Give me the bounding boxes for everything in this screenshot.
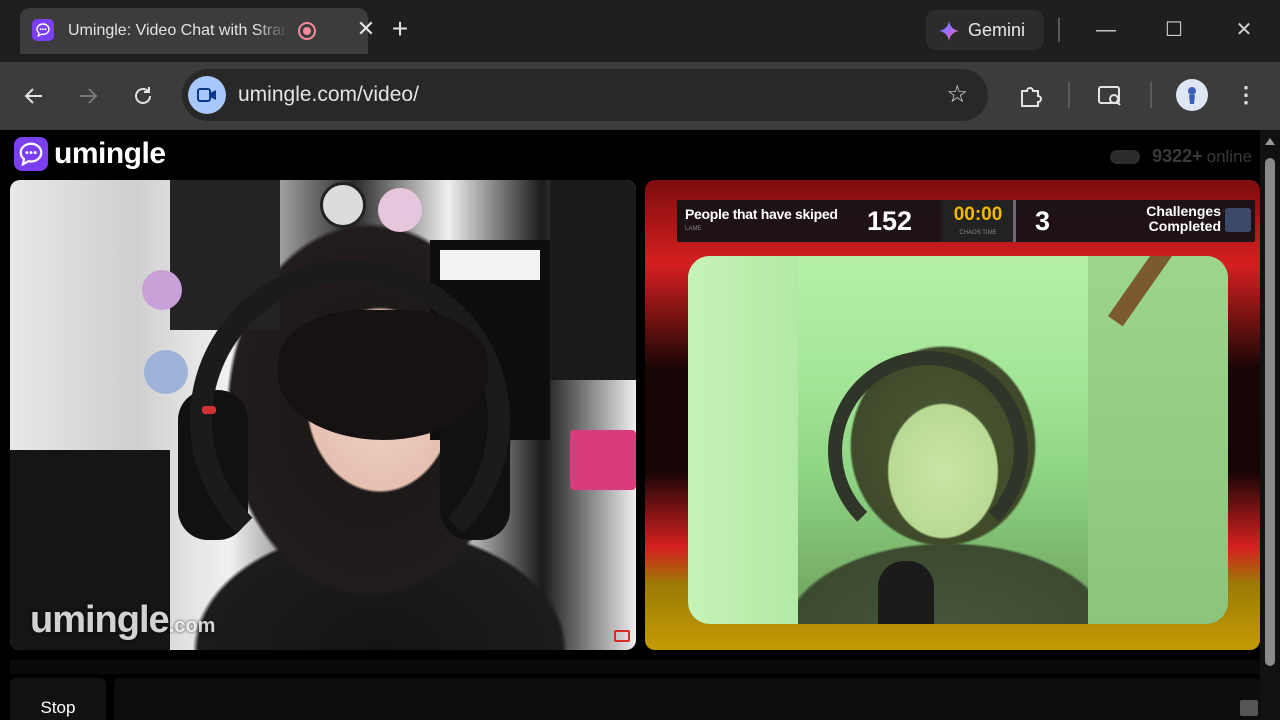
skipped-sublabel: LAME [685,226,702,232]
headphones [828,351,1028,551]
browser-toolbar: umingle.com/video/ ☆ [0,62,1280,130]
umingle-page: umingle 9322+ online umingle.com People … [0,130,1280,720]
gemini-icon [938,20,960,42]
webcam-feed [688,256,1228,624]
scrollbar-thumb[interactable] [1265,158,1275,666]
timer-sublabel: CHAOS TIME [959,230,997,236]
tab-close-icon[interactable]: ✕ [354,17,378,41]
logo-text: umingle [54,137,166,170]
stop-button[interactable]: Stop [10,678,106,720]
divider [1058,18,1060,42]
divider [1150,82,1152,108]
challenges-label-line2: Completed [1148,218,1221,234]
headphone-led [202,406,216,414]
wall-sticker [142,270,182,310]
divider [1068,82,1070,108]
divider [1013,200,1016,242]
online-count: 9322+ [1152,146,1203,166]
browser-tab[interactable]: Umingle: Video Chat with Strangers ✕ [20,8,375,54]
chat-input[interactable] [114,678,1260,720]
address-bar[interactable]: umingle.com/video/ ☆ [182,69,988,121]
loft-bed [1088,256,1228,624]
gemini-button[interactable]: Gemini [926,10,1044,50]
back-icon[interactable] [18,80,50,112]
microphone [878,561,934,624]
recording-icon [298,22,316,40]
watermark-suffix: .com [168,615,216,637]
new-tab-icon[interactable]: + [386,15,414,43]
minimize-icon[interactable]: — [1086,12,1126,48]
timer-box: 00:00 CHAOS TIME [941,200,1015,242]
wall-sticker [378,188,422,232]
wall-poster [550,180,636,380]
wall [688,256,798,624]
video-footer [10,660,1260,674]
local-video: umingle.com [10,180,636,650]
wall-poster [440,250,540,280]
streamer-avatar [1225,208,1251,232]
forward-icon[interactable] [72,80,104,112]
bookmark-star-icon[interactable]: ☆ [946,81,968,109]
scroll-up-icon[interactable] [1265,138,1275,145]
wall-sticker [144,350,188,394]
tab-strip: Umingle: Video Chat with Strangers ✕ + G… [0,0,1280,62]
pink-pillow [570,430,636,490]
window-close-icon[interactable]: ✕ [1224,12,1264,48]
menu-icon[interactable]: ⋮ [1232,80,1260,110]
challenges-label: Challenges Completed [1107,204,1221,234]
challenges-count: 3 [1035,206,1051,236]
umingle-logo[interactable]: umingle [14,136,166,172]
gemini-label: Gemini [968,20,1026,40]
search-tabs-icon[interactable] [1094,80,1126,112]
online-toggle[interactable] [1110,149,1141,164]
remote-video: People that have skiped LAME 152 00:00 C… [645,180,1260,650]
wall-sticker [320,182,366,228]
profile-avatar[interactable] [1176,79,1208,111]
tab-title: Umingle: Video Chat with Strangers [68,22,288,39]
camera-permission-icon[interactable] [188,76,226,114]
stream-scoreboard: People that have skiped LAME 152 00:00 C… [677,200,1255,242]
send-icon[interactable] [1240,700,1258,716]
url-text: umingle.com/video/ [238,83,419,106]
scrollbar[interactable] [1260,130,1280,720]
maximize-icon[interactable]: ☐ [1154,12,1194,48]
report-icon[interactable] [614,630,630,642]
skipped-count: 152 [867,206,913,236]
umingle-favicon-icon [32,19,54,41]
watermark-text: umingle [30,599,170,641]
challenges-label-line1: Challenges [1146,203,1221,219]
umingle-watermark: umingle.com [30,599,215,642]
chat-bubble-icon [14,137,48,171]
online-indicator: 9322+ online [1110,146,1252,167]
skipped-label: People that have skiped [685,206,838,222]
extensions-icon[interactable] [1014,80,1046,112]
reload-icon[interactable] [127,80,159,112]
timer-value: 00:00 [953,204,1003,225]
hair [278,310,488,440]
stop-label: Stop [40,698,76,717]
online-label: online [1206,146,1252,166]
